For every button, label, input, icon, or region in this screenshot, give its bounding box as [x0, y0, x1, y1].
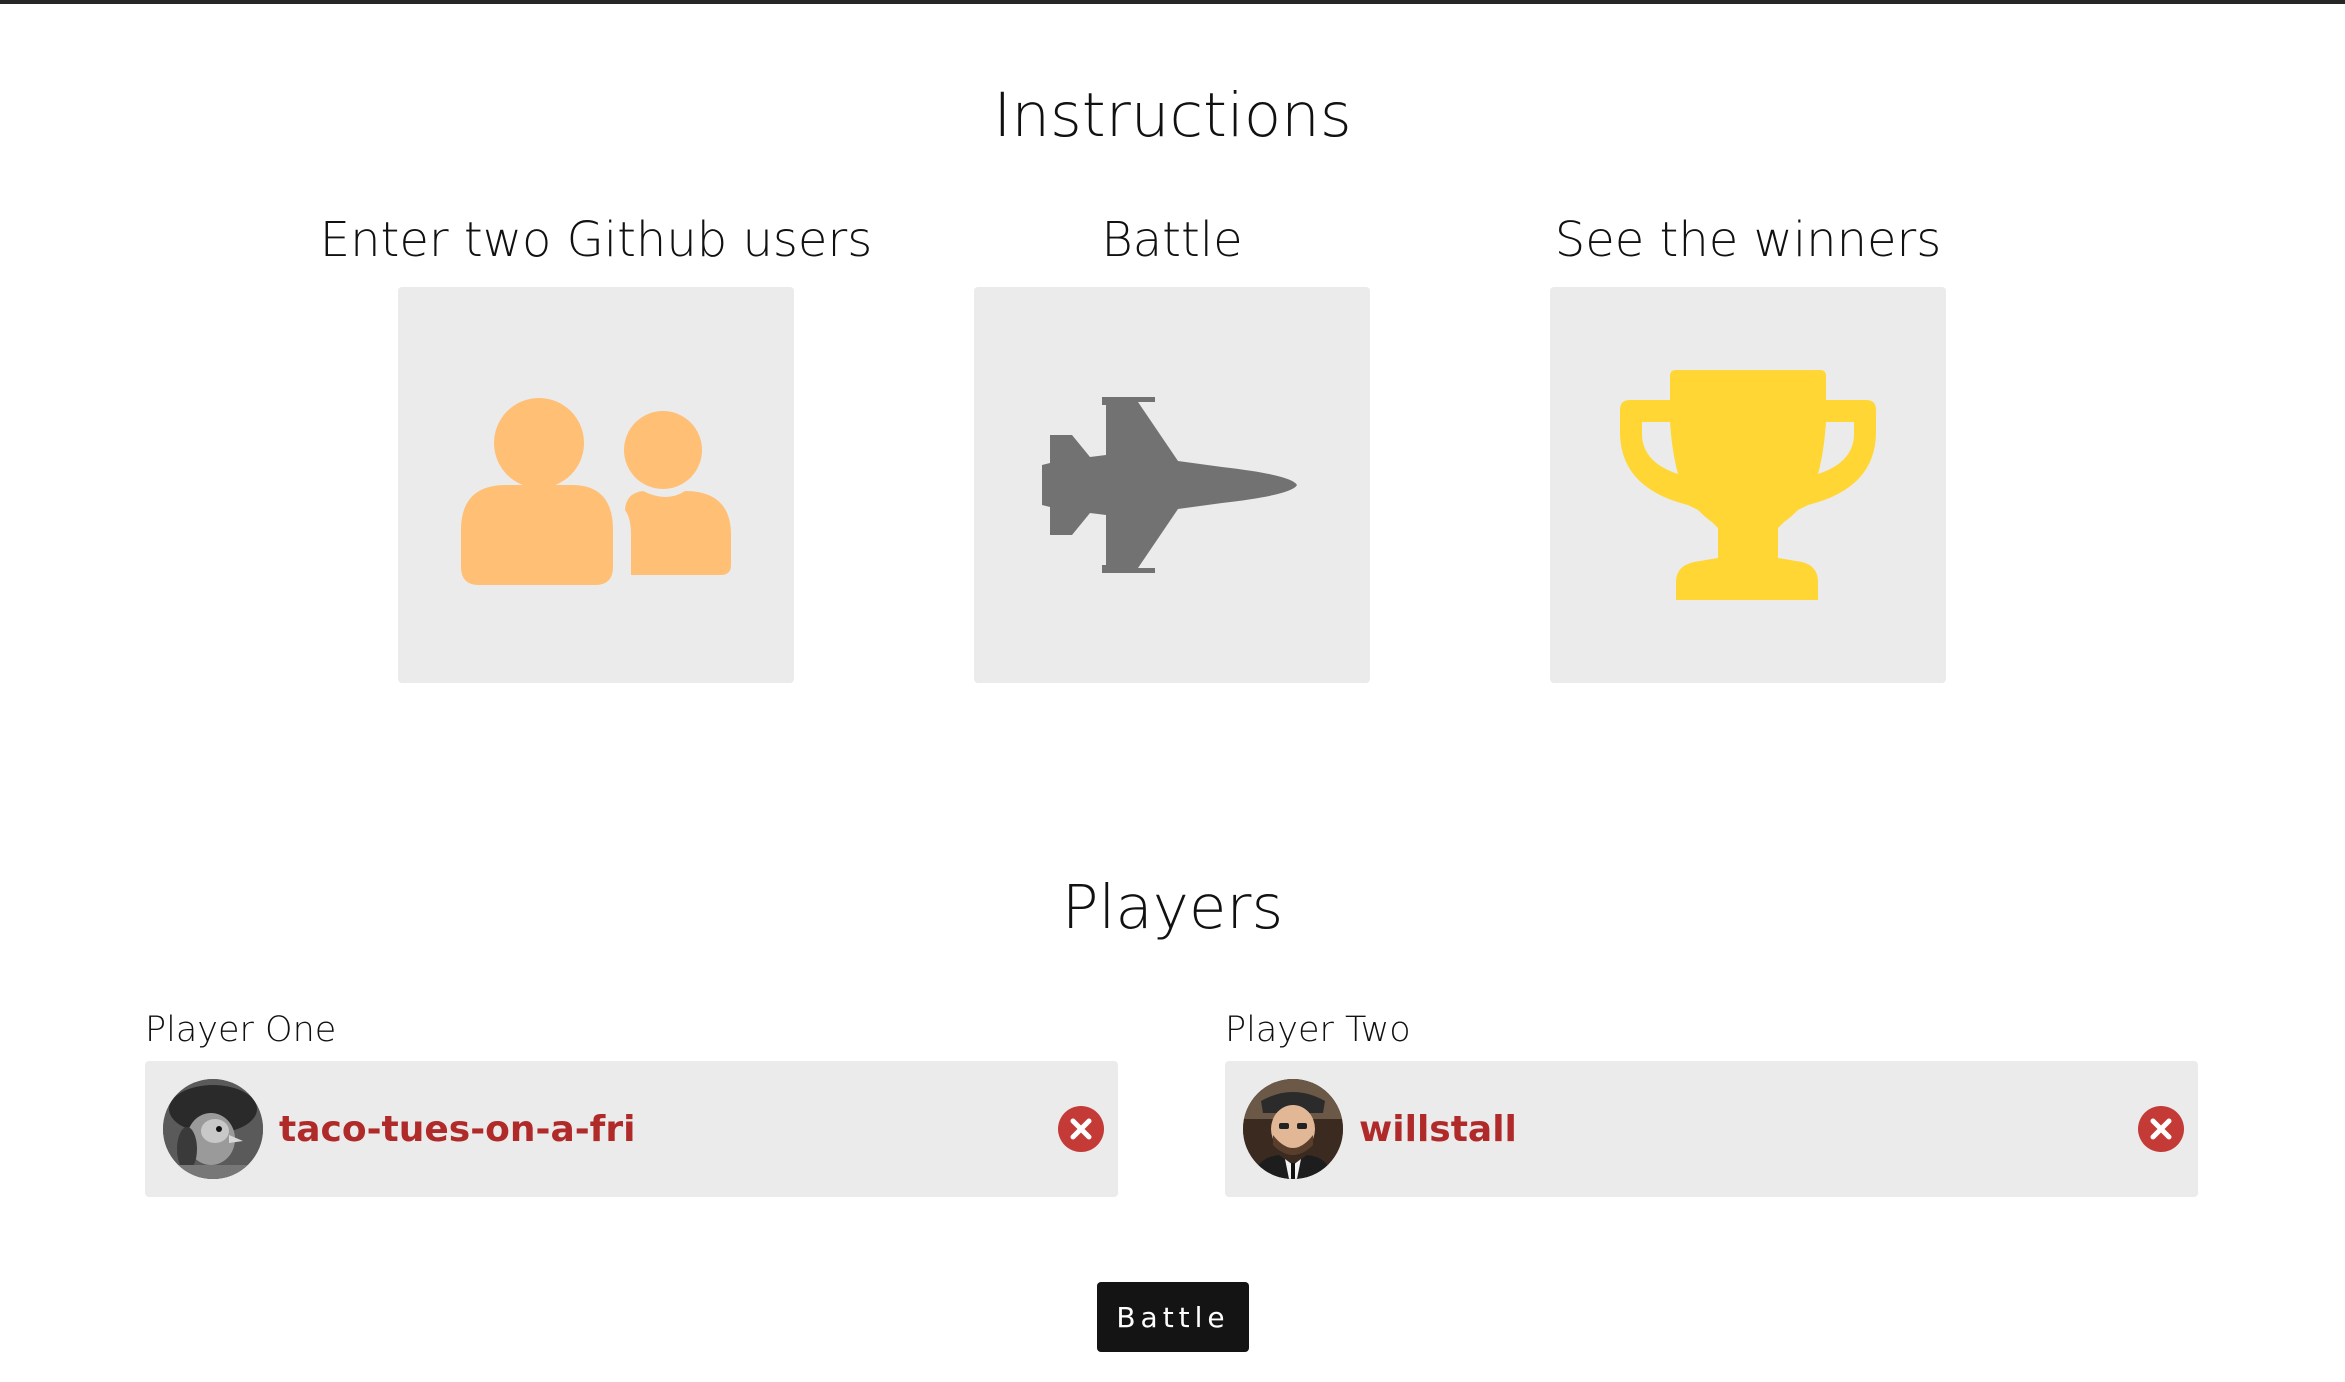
fighter-jet-icon	[1042, 397, 1297, 573]
battle-button[interactable]: Battle	[1097, 1282, 1249, 1352]
close-icon	[2150, 1118, 2172, 1140]
instructions-title: Instructions	[993, 80, 1352, 151]
close-icon	[1070, 1118, 1092, 1140]
step-label: Battle	[1101, 212, 1243, 268]
player-two-label: Player Two	[1225, 1010, 1411, 1050]
player-one-username[interactable]: taco-tues-on-a-fri	[279, 1109, 635, 1150]
instruction-step-see-winners: See the winners	[1458, 205, 2038, 683]
instruction-step-enter-users: Enter two Github users	[306, 205, 886, 683]
player-two-card: willstall	[1225, 1061, 2198, 1197]
player-two-section: Player Two willstall	[1225, 1005, 2198, 1197]
step-icon-box	[398, 287, 794, 683]
player-two-username[interactable]: willstall	[1359, 1109, 1517, 1150]
trophy-icon	[1620, 370, 1876, 600]
step-icon-box	[974, 287, 1370, 683]
player-one-remove-button[interactable]	[1058, 1106, 1104, 1152]
users-icon	[461, 398, 731, 585]
instruction-step-battle: Battle	[882, 205, 1462, 683]
step-label: See the winners	[1554, 212, 1942, 268]
player-two-remove-button[interactable]	[2138, 1106, 2184, 1152]
players-title: Players	[1061, 872, 1284, 943]
step-icon-box	[1550, 287, 1946, 683]
player-two-avatar	[1243, 1079, 1343, 1179]
player-one-avatar	[163, 1079, 263, 1179]
top-border	[0, 0, 2345, 4]
player-one-label: Player One	[145, 1010, 337, 1050]
player-one-section: Player One taco-tues-on-a-fri	[145, 1005, 1118, 1197]
player-one-card: taco-tues-on-a-fri	[145, 1061, 1118, 1197]
step-label: Enter two Github users	[319, 212, 873, 268]
